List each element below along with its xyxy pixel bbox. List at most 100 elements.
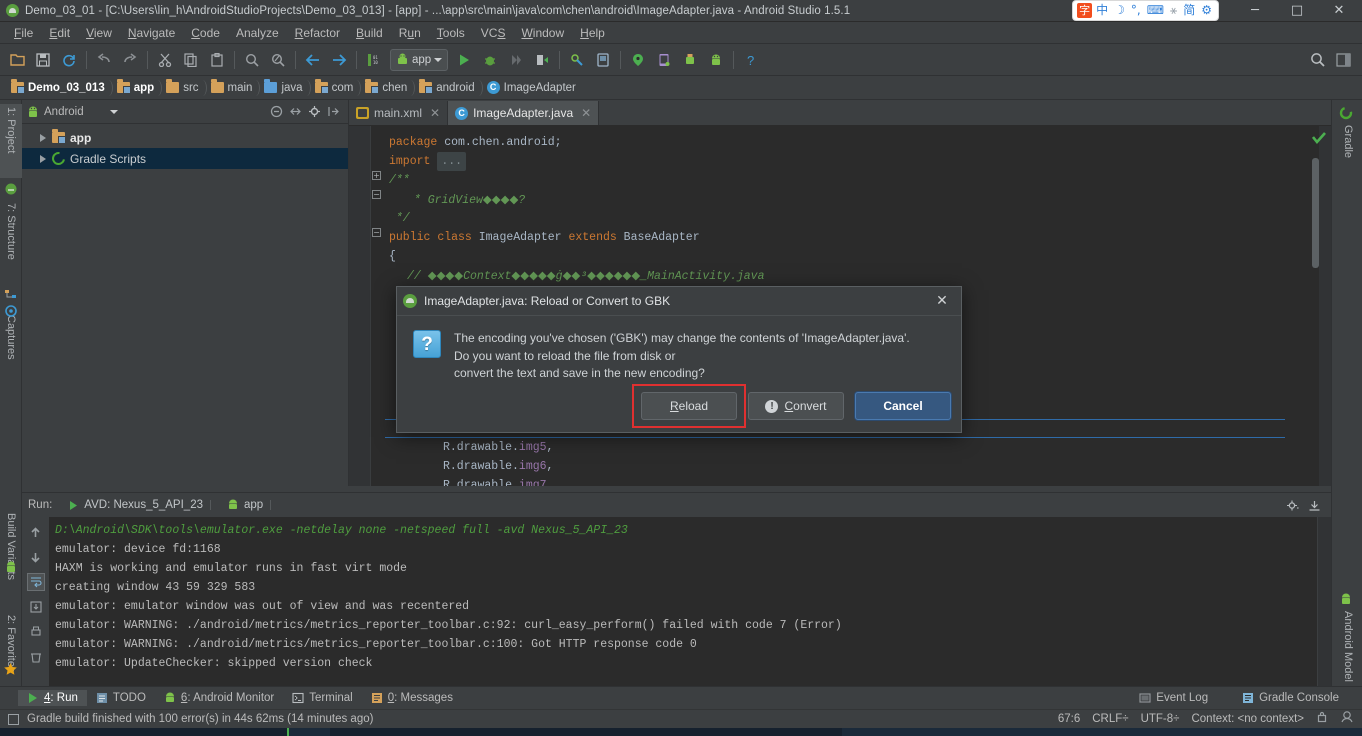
tab-event-log[interactable]: Event Log [1130,690,1217,706]
close-icon[interactable]: ✕ [581,106,591,120]
layout-icon[interactable] [1330,47,1356,73]
help-icon[interactable]: ? [738,47,764,73]
chevron-right-icon[interactable] [40,154,46,163]
inspector-icon[interactable] [1340,710,1354,728]
minimize-button[interactable]: ─ [1234,0,1276,21]
ime-chinese-icon[interactable]: 中 [1094,1,1110,20]
tab-run[interactable]: 4: Run [18,690,87,706]
soft-wrap-icon[interactable] [26,573,45,591]
fold-collapse-icon[interactable]: − [372,228,381,237]
forward-icon[interactable] [326,47,352,73]
breadcrumb-item-chen[interactable]: chen [360,78,416,98]
back-icon[interactable] [300,47,326,73]
menu-build[interactable]: Build [348,24,391,42]
open-folder-icon[interactable] [4,47,30,73]
menu-refactor[interactable]: Refactor [287,24,348,42]
sidebar-item-captures[interactable]: Captures [0,312,22,386]
breadcrumb-item-com[interactable]: com [310,78,362,98]
sdk-manager-icon[interactable] [564,47,590,73]
sidebar-item-structure[interactable]: 7: Structure [0,200,22,282]
sync-project-icon[interactable] [625,47,651,73]
compile-icon[interactable]: 01 10 [361,47,387,73]
line-separator[interactable]: CRLF÷ [1092,713,1128,725]
menu-vcs[interactable]: VCS [473,24,514,42]
menu-code[interactable]: Code [183,24,228,42]
print-icon[interactable] [27,623,45,641]
ime-keyboard-icon[interactable]: ⌨ [1145,1,1166,20]
tab-gradle-console[interactable]: Gradle Console [1233,690,1348,706]
menu-file[interactable]: File [6,24,41,42]
android-monitor-icon[interactable] [677,47,703,73]
ime-logo-icon[interactable]: 字 [1077,3,1093,18]
avd-manager-icon[interactable] [590,47,616,73]
android-icon[interactable] [703,47,729,73]
save-all-icon[interactable] [30,47,56,73]
menu-tools[interactable]: Tools [429,24,473,42]
device-icon[interactable] [651,47,677,73]
breadcrumb-item-main[interactable]: main [206,78,261,98]
code-editor[interactable]: + − − package com.chen.android; import ..… [349,126,1331,486]
project-view-selector[interactable]: Android [44,106,84,118]
editor-tab-main-xml[interactable]: main.xml ✕ [349,101,449,125]
menu-navigate[interactable]: Navigate [120,24,183,42]
cut-icon[interactable] [152,47,178,73]
run-coverage-icon[interactable] [503,47,529,73]
maximize-button[interactable]: □ [1276,0,1318,21]
debug-icon[interactable] [477,47,503,73]
menu-help[interactable]: Help [572,24,613,42]
breadcrumb-item-java[interactable]: java [259,78,311,98]
scroll-down-icon[interactable] [27,548,45,566]
fold-collapse-icon[interactable]: − [372,190,381,199]
breadcrumb-item-project[interactable]: Demo_03_013 [6,78,113,98]
breadcrumb-item-app[interactable]: app [112,78,163,98]
replace-icon[interactable] [265,47,291,73]
sidebar-item-gradle[interactable]: Gradle [1339,122,1357,180]
run-icon[interactable] [451,47,477,73]
editor-marker-bar[interactable] [1319,126,1331,486]
sync-icon[interactable] [56,47,82,73]
sidebar-item-build-variants[interactable]: Build Variants [0,510,22,604]
run-tab-avd[interactable]: AVD: Nexus_5_API_23 [60,497,211,513]
menu-edit[interactable]: Edit [41,24,78,42]
ime-punctuation-icon[interactable]: °, [1129,1,1143,20]
ime-settings-icon[interactable]: ⚙ [1199,1,1214,20]
menu-view[interactable]: View [78,24,120,42]
settings-gear-icon[interactable] [1285,498,1299,512]
expand-all-icon[interactable] [288,105,302,119]
undo-icon[interactable] [91,47,117,73]
run-configuration-selector[interactable]: app [390,48,449,71]
chevron-down-icon[interactable] [109,109,118,114]
ime-moon-icon[interactable]: ☽ [1112,1,1127,20]
file-encoding[interactable]: UTF-8÷ [1141,713,1180,725]
tree-node-gradle-scripts[interactable]: Gradle Scripts [22,148,348,169]
copy-icon[interactable] [178,47,204,73]
close-icon[interactable]: ✕ [430,106,440,120]
menu-window[interactable]: Window [513,24,572,42]
find-icon[interactable] [239,47,265,73]
breadcrumb-item-android[interactable]: android [414,78,484,98]
menu-run[interactable]: Run [391,24,429,42]
run-console[interactable]: D:\Android\SDK\tools\emulator.exe -netde… [49,517,1317,686]
caret-position[interactable]: 67:6 [1058,713,1080,725]
export-icon[interactable] [27,598,45,616]
editor-tab-imageadapter-java[interactable]: C ImageAdapter.java ✕ [448,101,600,125]
fold-expand-icon[interactable]: + [372,171,381,180]
scroll-up-icon[interactable] [27,523,45,541]
search-icon[interactable] [1304,47,1330,73]
tree-node-app[interactable]: app [22,127,348,148]
paste-icon[interactable] [204,47,230,73]
ime-simplified-icon[interactable]: 简 [1181,1,1197,20]
clear-all-icon[interactable] [27,648,45,666]
close-button[interactable]: ✕ [1318,0,1360,21]
tab-messages[interactable]: 0: Messages [362,690,462,706]
ime-user-icon[interactable]: ⚹ [1168,1,1179,20]
chevron-down-icon[interactable] [434,57,443,62]
ime-toolbar[interactable]: 字 中 ☽ °, ⌨ ⚹ 简 ⚙ [1073,1,1218,20]
collapse-all-icon[interactable] [269,105,283,119]
chevron-right-icon[interactable] [40,133,46,142]
sidebar-item-favorites[interactable]: 2: Favorites [0,612,22,692]
tab-todo[interactable]: TODO [87,690,155,706]
editor-scrollbar[interactable] [1312,158,1319,268]
settings-gear-icon[interactable] [307,105,321,119]
tab-terminal[interactable]: Terminal [283,690,361,706]
